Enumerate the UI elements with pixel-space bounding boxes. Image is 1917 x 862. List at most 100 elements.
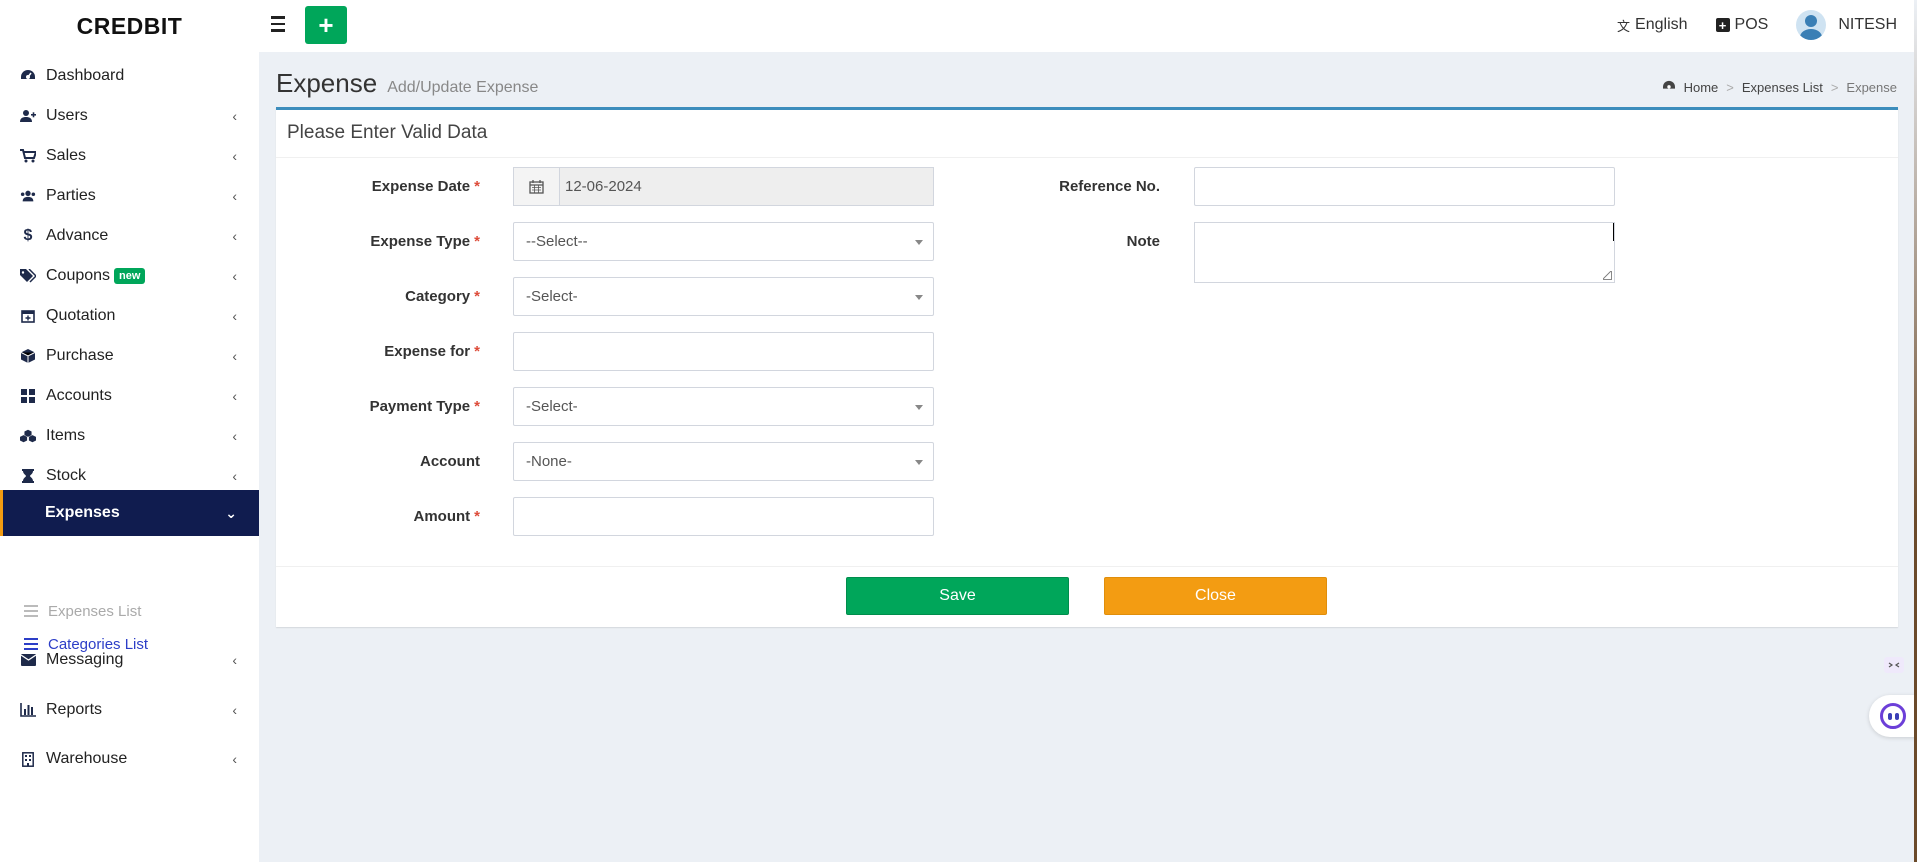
required-mark: *	[474, 398, 480, 415]
required-mark: *	[474, 233, 480, 250]
amount-label: Amount *	[276, 508, 481, 525]
sidebar-item-purchase[interactable]: Purchase ‹	[0, 334, 259, 378]
breadcrumb-home[interactable]: Home	[1684, 80, 1719, 95]
sidebar-item-messaging[interactable]: Messaging ‹	[0, 638, 259, 682]
cube-icon	[20, 348, 36, 364]
label-text: Expense Date	[371, 178, 471, 195]
user-menu[interactable]: NITESH	[1796, 10, 1897, 40]
category-select[interactable]: -Select-	[513, 277, 934, 316]
sidebar-item-quotation[interactable]: Quotation ‹	[0, 294, 259, 338]
chevron-down-icon: ⌄	[225, 505, 237, 521]
chevron-left-icon: ‹	[232, 468, 237, 484]
account-label: Account	[276, 453, 480, 470]
expense-for-input[interactable]	[513, 332, 934, 371]
collapse-widget-icon[interactable]	[1881, 652, 1907, 678]
sidebar-item-dashboard[interactable]: Dashboard	[0, 54, 259, 98]
expense-for-label: Expense for *	[276, 343, 480, 360]
reference-no-input[interactable]	[1194, 167, 1615, 206]
sidebar-item-items[interactable]: Items ‹	[0, 414, 259, 458]
sidebar-item-coupons[interactable]: Coupons new ‹	[0, 254, 259, 298]
sidebar-item-label: Advance	[46, 227, 109, 244]
payment-type-select[interactable]: -Select-	[513, 387, 934, 426]
breadcrumb-separator: >	[1726, 80, 1734, 95]
list-icon	[24, 605, 38, 617]
required-mark: *	[474, 343, 480, 360]
calendar-icon[interactable]	[514, 168, 560, 205]
sidebar-item-reports[interactable]: Reports ‹	[0, 688, 259, 732]
sidebar-item-expenses[interactable]: Expenses ⌄	[0, 490, 259, 536]
close-button[interactable]: Close	[1104, 577, 1327, 615]
resize-handle-icon[interactable]	[1603, 271, 1612, 280]
payment-type-label: Payment Type *	[276, 398, 480, 415]
caret-down-icon	[915, 405, 923, 410]
label-text: Account	[420, 453, 480, 470]
chevron-left-icon: ‹	[232, 268, 237, 284]
quick-add-button[interactable]: +	[305, 6, 347, 44]
chevron-left-icon: ‹	[232, 188, 237, 204]
label-text: Payment Type	[369, 398, 471, 415]
sidebar-item-parties[interactable]: Parties ‹	[0, 174, 259, 218]
cubes-icon	[20, 428, 36, 444]
label-text: Reference No.	[1059, 178, 1160, 195]
sidebar-item-label: Users	[46, 107, 88, 124]
breadcrumb: Home > Expenses List > Expense	[1662, 80, 1897, 95]
chevron-left-icon: ‹	[232, 108, 237, 124]
note-textarea[interactable]	[1194, 222, 1615, 283]
sidebar-item-label: Dashboard	[46, 67, 125, 84]
dashboard-icon	[20, 68, 36, 84]
language-label: English	[1635, 16, 1688, 33]
sidebar-item-sales[interactable]: Sales ‹	[0, 134, 259, 178]
user-name: NITESH	[1838, 16, 1897, 33]
assistant-widget[interactable]	[1869, 695, 1917, 737]
reference-no-label: Reference No.	[776, 178, 1160, 195]
sidebar-item-label: Coupons	[46, 267, 111, 284]
chevron-left-icon: ‹	[232, 428, 237, 444]
expense-form-box: Please Enter Valid Data Expense Date * 12…	[276, 107, 1898, 627]
sidebar-item-label: Accounts	[46, 387, 112, 404]
label-text: Expense Type	[370, 233, 471, 250]
cart-icon	[20, 148, 36, 164]
chevron-left-icon: ‹	[232, 652, 237, 668]
top-right-nav: 文 English + POS NITESH	[1617, 0, 1897, 50]
sidebar-item-accounts[interactable]: Accounts ‹	[0, 374, 259, 418]
account-select[interactable]: -None-	[513, 442, 934, 481]
chevron-left-icon: ‹	[232, 308, 237, 324]
sidebar-item-label: Parties	[46, 187, 96, 204]
brand-logo[interactable]: CREDBIT	[0, 0, 259, 52]
sidebar-item-users[interactable]: Users ‹	[0, 94, 259, 138]
envelope-icon	[20, 652, 36, 668]
breadcrumb-expenses-list[interactable]: Expenses List	[1742, 80, 1823, 95]
sidebar-subitem-label: Expenses List	[48, 602, 142, 620]
top-header: CREDBIT + 文 English + POS NITESH	[0, 0, 1917, 52]
save-button[interactable]: Save	[846, 577, 1069, 615]
note-label: Note	[776, 233, 1160, 250]
language-icon: 文	[1617, 18, 1631, 34]
sidebar-item-advance[interactable]: $ Advance ‹	[0, 214, 259, 258]
select-value: -Select-	[526, 288, 578, 305]
select-value: -Select-	[526, 398, 578, 415]
label-text: Category	[405, 288, 471, 305]
label-text: Expense for	[384, 343, 471, 360]
amount-input[interactable]	[513, 497, 934, 536]
language-selector[interactable]: 文 English	[1617, 16, 1688, 35]
select-value: -None-	[526, 453, 572, 470]
sidebar-item-label: Purchase	[46, 347, 114, 364]
pos-link[interactable]: + POS	[1715, 16, 1768, 34]
chevron-left-icon: ‹	[232, 751, 237, 767]
sidebar-item-warehouse[interactable]: Warehouse ‹	[0, 737, 259, 781]
plus-square-icon: +	[1715, 18, 1730, 32]
label-text: Amount	[413, 508, 471, 525]
sidebar-subitem-expenses-list[interactable]: Expenses List	[0, 596, 259, 626]
required-mark: *	[474, 288, 480, 305]
users-icon	[20, 188, 36, 204]
page-title: Expense	[276, 68, 378, 98]
dollar-icon: $	[23, 227, 33, 244]
required-mark: *	[474, 508, 480, 525]
hourglass-icon	[20, 468, 36, 484]
menu-toggle-icon[interactable]	[271, 13, 293, 35]
chevron-left-icon: ‹	[232, 148, 237, 164]
user-plus-icon	[20, 108, 36, 124]
tags-icon	[20, 268, 36, 284]
box-footer-divider	[276, 566, 1898, 567]
expense-date-label: Expense Date *	[276, 178, 480, 195]
